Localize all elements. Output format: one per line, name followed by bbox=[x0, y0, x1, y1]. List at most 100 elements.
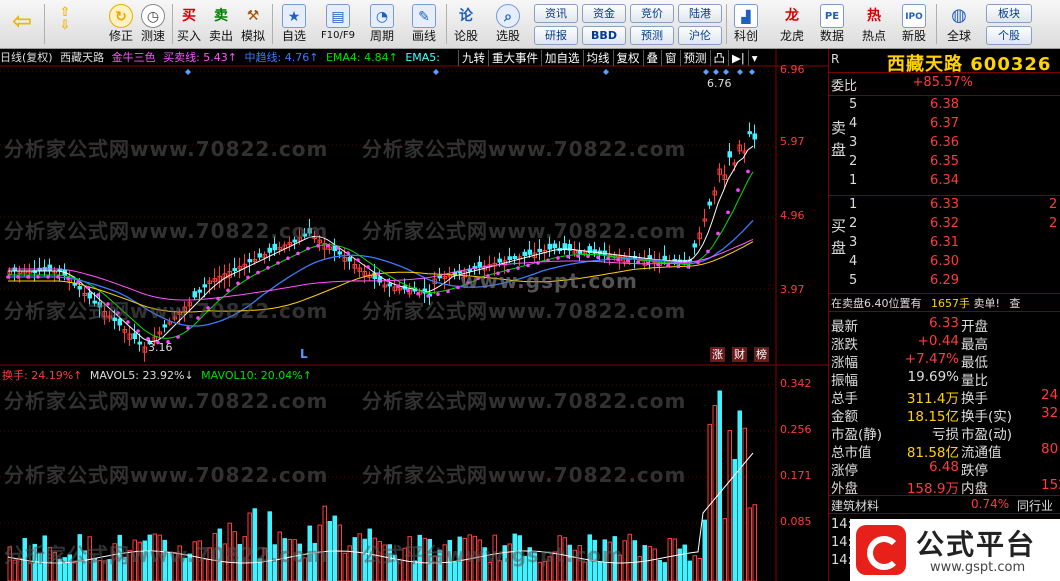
limit-up-tag[interactable]: 涨 bbox=[710, 347, 725, 362]
watermark-text: 分析家公式网www.70822.com bbox=[4, 137, 329, 161]
candle-body bbox=[522, 251, 527, 257]
data-button[interactable]: PE 数据 bbox=[814, 2, 850, 47]
buy-sell-dot bbox=[296, 251, 300, 256]
buy-sell-dot bbox=[686, 265, 690, 269]
up-down-arrow-icon: ⇧ ⇩ bbox=[59, 5, 71, 33]
draw-line-button[interactable]: ✎ 画线 bbox=[404, 2, 444, 47]
buy-sell-dot bbox=[576, 254, 580, 258]
forecast-tool[interactable]: 预测 bbox=[679, 50, 710, 66]
buy-sell-dot bbox=[736, 188, 740, 192]
auction-button[interactable]: 竞价 bbox=[630, 4, 674, 23]
simulate-button[interactable]: ⚒ 模拟 bbox=[238, 2, 268, 47]
sell-level-row[interactable]: 2 6.35 bbox=[829, 154, 1060, 174]
volume-bar bbox=[657, 559, 662, 581]
volume-bar bbox=[642, 545, 647, 581]
capital-button[interactable]: 资金 bbox=[582, 4, 626, 23]
buy-sell-dot bbox=[346, 251, 350, 255]
sell-level-row[interactable]: 5 6.38 bbox=[829, 97, 1060, 117]
period-button[interactable]: ◔ 周期 bbox=[362, 2, 402, 47]
sell-level-row[interactable]: 3 6.36 bbox=[829, 135, 1060, 155]
buy-sell-dot bbox=[26, 275, 30, 279]
buy-sell-dot bbox=[666, 263, 670, 268]
buy-level-row[interactable]: 2 6.32 2 bbox=[829, 216, 1060, 236]
step-forward-icon[interactable]: ▶| bbox=[728, 50, 748, 66]
price-axis-label: 4.96 bbox=[780, 209, 805, 222]
adjust-tool[interactable]: 复权 bbox=[612, 50, 643, 66]
sector-row[interactable]: 建筑材料 0.74% 同行业 bbox=[831, 497, 1059, 514]
buy-level-row[interactable]: 4 6.30 bbox=[829, 254, 1060, 274]
pick-stock-button[interactable]: ⌕ 选股 bbox=[488, 2, 528, 47]
hot-spot-button[interactable]: 热 热点 bbox=[856, 2, 892, 47]
buy-sell-dot bbox=[556, 256, 560, 260]
large-order-notice[interactable]: 在卖盘6.40位置有 1657手 卖单! 查 bbox=[831, 295, 1020, 311]
hk-connect-button[interactable]: 陆港 bbox=[678, 4, 722, 23]
buy-level-row[interactable]: 3 6.31 bbox=[829, 235, 1060, 255]
quote-row: 最新 6.33 开盘 bbox=[829, 315, 1060, 335]
jiuzhuan-tool[interactable]: 九转 bbox=[458, 50, 488, 66]
forecast-button[interactable]: 预测 bbox=[630, 26, 674, 45]
window-tool[interactable]: 窗 bbox=[661, 50, 680, 66]
dropdown-icon[interactable]: ▾ bbox=[747, 50, 761, 66]
back-button[interactable]: ⇦ bbox=[2, 2, 42, 47]
candle-body bbox=[727, 151, 732, 158]
mavol10-value: MAVOL10: 20.04%↑ bbox=[201, 369, 312, 382]
moving-average-tool[interactable]: 均线 bbox=[582, 50, 613, 66]
buy-sell-dot bbox=[526, 263, 530, 268]
volume-bar bbox=[352, 537, 357, 581]
watchlist-button[interactable]: ★ 自选 bbox=[274, 2, 314, 47]
discuss-button[interactable]: 论 论股 bbox=[448, 2, 484, 47]
star-market-button[interactable]: ▟ 科创 bbox=[728, 2, 764, 47]
buy-level-row[interactable]: 1 6.33 2 bbox=[829, 197, 1060, 217]
major-events-tool[interactable]: 重大事件 bbox=[488, 50, 541, 66]
candle-body bbox=[547, 243, 552, 250]
finance-tag[interactable]: 财 bbox=[732, 347, 747, 362]
buy-level-row[interactable]: 5 6.29 bbox=[829, 273, 1060, 293]
candle-body bbox=[507, 256, 512, 261]
sell-button[interactable]: 卖 卖出 bbox=[206, 2, 236, 47]
tick-time: 14: bbox=[831, 535, 852, 550]
candle-body bbox=[132, 333, 137, 340]
quote-label: 流通值 bbox=[961, 445, 1002, 461]
buy-sell-dot bbox=[716, 231, 720, 236]
new-stock-button[interactable]: IPO 新股 bbox=[896, 2, 932, 47]
bbd-button[interactable]: BBD bbox=[582, 26, 626, 45]
buy-sell-dot bbox=[406, 288, 410, 293]
buy-sell-dot bbox=[586, 254, 590, 259]
fix-button[interactable]: ↻ 修正 bbox=[106, 2, 136, 47]
research-button[interactable]: 研报 bbox=[534, 26, 578, 45]
watermark-text: 分析家公式网www.70822.com bbox=[362, 299, 687, 323]
shape-tool-icon[interactable]: 凸 bbox=[709, 50, 729, 66]
quote-row: 振幅 19.69% 量比 bbox=[829, 369, 1060, 389]
sector-button[interactable]: 板块 bbox=[986, 4, 1032, 23]
candle-body bbox=[332, 245, 337, 252]
ranking-tag[interactable]: 榜 bbox=[754, 347, 769, 362]
draw-line-label: 画线 bbox=[411, 29, 436, 43]
volume-axis-label: 0.342 bbox=[780, 377, 812, 390]
watermark-text: 分析家公式网www.70822.com bbox=[4, 389, 329, 413]
single-stock-button[interactable]: 个股 bbox=[986, 26, 1032, 45]
buy-sell-dot bbox=[386, 278, 390, 283]
globe-icon: ◍ bbox=[951, 5, 967, 26]
sector-peer-link[interactable]: 同行业 bbox=[1017, 497, 1053, 514]
news-button[interactable]: 资讯 bbox=[534, 4, 578, 23]
page-up-down-button[interactable]: ⇧ ⇩ bbox=[48, 2, 82, 47]
add-watchlist-tool[interactable]: 加自选 bbox=[541, 50, 583, 66]
f10-icon: ▤ bbox=[326, 4, 350, 28]
quote-label: 量比 bbox=[961, 373, 988, 389]
kline-chart-area[interactable]: 日线(复权) 西藏天路 金牛三色 买卖线: 5.43↑ 中趋线: 4.76↑ E… bbox=[0, 49, 828, 581]
buy-sell-dot bbox=[176, 335, 180, 339]
f10-button[interactable]: ▤ F10/F9 bbox=[316, 2, 360, 47]
sell-level-row[interactable]: 4 6.37 bbox=[829, 116, 1060, 136]
buy-button[interactable]: 买 买入 bbox=[174, 2, 204, 47]
dragon-icon: 龙 bbox=[785, 8, 799, 24]
speed-test-button[interactable]: ◷ 测速 bbox=[138, 2, 168, 47]
global-button[interactable]: ◍ 全球 bbox=[938, 2, 980, 47]
overlay-tool[interactable]: 叠 bbox=[642, 50, 662, 66]
hot-icon: 热 bbox=[867, 8, 881, 24]
buy-sell-dot bbox=[236, 281, 240, 286]
quote-label: 内盘 bbox=[961, 481, 988, 497]
london-connect-button[interactable]: 沪伦 bbox=[678, 26, 722, 45]
sell-level-row[interactable]: 1 6.34 bbox=[829, 173, 1060, 193]
volume-bar bbox=[687, 560, 692, 581]
dragon-tiger-button[interactable]: 龙 龙虎 bbox=[774, 2, 810, 47]
